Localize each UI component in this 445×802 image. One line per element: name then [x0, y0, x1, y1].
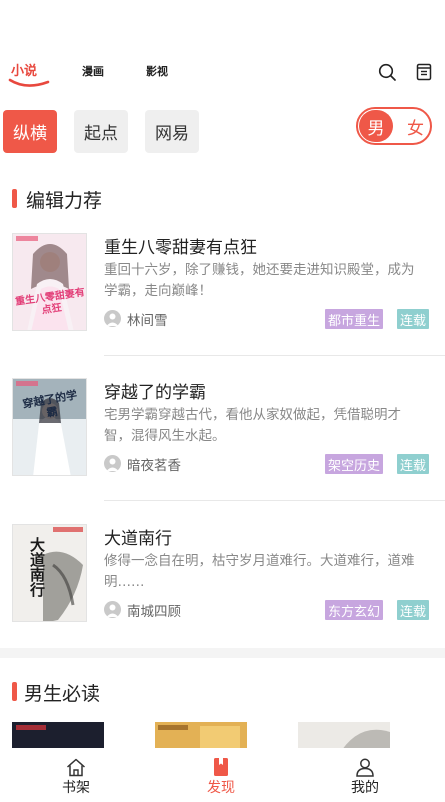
- discover-page: 小说 漫画 影视 纵横 起点 网易 男 女 编辑力荐 重生八零甜妻有点狂 重生八…: [0, 0, 445, 802]
- source-chip-wangyi[interactable]: 网易: [145, 110, 199, 153]
- book-author: 南城四顾: [127, 604, 181, 620]
- gender-male-option[interactable]: 男: [359, 110, 393, 142]
- source-chip-qidian[interactable]: 起点: [74, 110, 128, 153]
- book-author: 林间雪: [127, 313, 168, 329]
- book-cover[interactable]: 重生八零甜妻有点狂: [12, 233, 87, 331]
- tabbar-label: 我的: [351, 780, 379, 796]
- tab-novel[interactable]: 小说: [11, 60, 37, 79]
- book-cover[interactable]: 穿越了的学霸: [12, 378, 87, 476]
- book-cover-title: 大道南行: [28, 537, 46, 597]
- gender-female-option[interactable]: 女: [407, 110, 424, 142]
- genre-badge: 架空历史: [325, 454, 384, 474]
- book-item[interactable]: 重生八零甜妻有点狂 重生八零甜妻有点狂 重回十六岁，除了赚钱，她还要走进知识殿堂…: [0, 233, 445, 378]
- home-icon: [67, 758, 85, 777]
- tab-comic[interactable]: 漫画: [82, 63, 104, 79]
- author-avatar-icon: [104, 601, 121, 618]
- author-avatar-icon: [104, 310, 121, 327]
- book-title[interactable]: 穿越了的学霸: [104, 378, 206, 403]
- book-title[interactable]: 大道南行: [104, 524, 172, 549]
- top-nav: 小说 漫画 影视: [0, 56, 445, 90]
- source-chip-zongheng[interactable]: 纵横: [3, 110, 57, 153]
- divider: [104, 355, 445, 356]
- user-icon: [356, 758, 374, 777]
- book-description: 修得一念自在明，枯守岁月道难行。大道难行，道难明……: [104, 553, 415, 590]
- author-avatar-icon: [104, 455, 121, 472]
- tabbar-label: 书架: [62, 780, 90, 796]
- section-marker: [12, 682, 17, 701]
- book-item[interactable]: 穿越了的学霸 穿越了的学霸 宅男学霸穿越古代，看他从家奴做起，凭借聪明才智，混得…: [0, 378, 445, 523]
- book-author: 暗夜茗香: [127, 458, 181, 474]
- bookshelf-list-icon[interactable]: [414, 62, 434, 82]
- tabbar-item-discover[interactable]: 发现: [181, 748, 261, 802]
- status-badge: 连载: [397, 600, 430, 620]
- genre-badge: 都市重生: [325, 309, 384, 329]
- status-badge: 连载: [397, 454, 430, 474]
- tab-active-swoosh-icon: [8, 78, 50, 87]
- book-cover[interactable]: 大道南行: [12, 524, 87, 622]
- tabbar-item-bookshelf[interactable]: 书架: [36, 748, 116, 802]
- section-title-male-must-read: 男生必读: [24, 683, 101, 705]
- book-description: 重回十六岁，除了赚钱，她还要走进知识殿堂，成为学霸，走向巅峰！: [104, 262, 415, 299]
- tabbar-label: 发现: [207, 780, 235, 796]
- book-description: 宅男学霸穿越古代，看他从家奴做起，凭借聪明才智，混得风生水起。: [104, 407, 401, 444]
- bottom-tab-bar: 书架 发现 我的: [0, 748, 445, 802]
- section-title-editor-picks: 编辑力荐: [26, 190, 103, 212]
- section-separator: [0, 648, 445, 658]
- section-marker: [12, 189, 17, 208]
- search-icon[interactable]: [377, 62, 397, 82]
- status-badge: 连载: [397, 309, 430, 329]
- divider: [104, 500, 445, 501]
- book-title[interactable]: 重生八零甜妻有点狂: [104, 233, 257, 258]
- genre-badge: 东方玄幻: [325, 600, 384, 620]
- bookmark-book-icon: [214, 758, 228, 776]
- tab-video[interactable]: 影视: [146, 63, 168, 79]
- gender-toggle[interactable]: 男 女: [356, 107, 432, 145]
- tabbar-item-mine[interactable]: 我的: [325, 748, 405, 802]
